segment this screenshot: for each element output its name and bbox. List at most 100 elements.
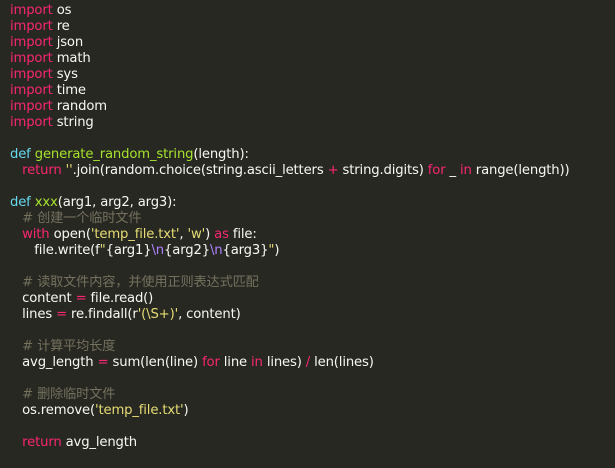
code-token: ) <box>274 243 280 258</box>
code-line[interactable]: avg_length = sum(len(line) for line in l… <box>10 355 615 371</box>
code-token: '' <box>65 163 73 178</box>
code-token: sum(len(line) <box>108 355 203 370</box>
code-token: def <box>10 147 31 162</box>
code-line[interactable]: # 创建一个临时文件 <box>10 211 615 227</box>
code-token: ) <box>205 227 215 242</box>
code-token: ) <box>183 403 189 418</box>
code-token: open( <box>49 227 91 242</box>
code-token: = <box>75 291 87 306</box>
code-line[interactable]: import math <box>10 51 615 67</box>
code-line[interactable]: import string <box>10 115 615 131</box>
code-token: avg_length <box>61 435 138 450</box>
code-token: {arg2} <box>164 243 210 258</box>
code-token: import <box>10 51 53 66</box>
code-token: string.digits) <box>338 163 428 178</box>
code-token: file.read() <box>86 291 154 306</box>
code-token: line <box>219 355 252 370</box>
code-token: import <box>10 3 53 18</box>
code-token: import <box>10 67 53 82</box>
code-token: json <box>52 35 84 50</box>
code-token: {arg1} <box>105 243 152 258</box>
code-line[interactable]: os.remove('temp_file.txt') <box>10 403 615 419</box>
code-token: , <box>179 227 188 242</box>
code-line[interactable]: lines = re.findall(r'(\S+)', content) <box>10 307 615 323</box>
code-token: avg_length <box>10 355 98 370</box>
code-token: in <box>460 163 472 178</box>
code-token: = <box>56 307 67 322</box>
code-token: generate_random_string <box>34 147 194 162</box>
code-token: lines) <box>262 355 306 370</box>
code-token: import <box>10 35 53 50</box>
code-token: # 创建一个临时文件 <box>10 211 142 226</box>
code-token: .join(random.choice(string.ascii_letters <box>72 163 328 178</box>
code-token: import <box>10 83 53 98</box>
code-token: , content) <box>178 307 241 322</box>
code-token: math <box>52 51 91 66</box>
code-line[interactable] <box>10 259 615 275</box>
code-token: len(lines) <box>310 355 374 370</box>
code-editor[interactable]: import os import re import json import math… <box>0 0 615 468</box>
code-token: lines <box>10 307 57 322</box>
code-token: file: <box>228 227 257 242</box>
code-token: return <box>22 163 62 178</box>
code-line[interactable] <box>10 179 615 195</box>
code-line[interactable] <box>10 131 615 147</box>
code-token: (arg1, arg2, arg3): <box>57 195 177 210</box>
code-token: 'temp_file.txt' <box>94 403 184 418</box>
code-line[interactable]: with open('temp_file.txt', 'w') as file: <box>10 227 615 243</box>
code-token: re <box>52 19 70 34</box>
code-line[interactable]: # 计算平均长度 <box>10 339 615 355</box>
code-token: time <box>52 83 86 98</box>
code-line[interactable]: # 读取文件内容，并使用正则表达式匹配 <box>10 275 615 291</box>
code-token: + <box>327 163 339 178</box>
code-line[interactable]: import json <box>10 35 615 51</box>
code-token: import <box>10 99 53 114</box>
code-line[interactable] <box>10 419 615 435</box>
code-line[interactable]: return ''.join(random.choice(string.asci… <box>10 163 615 179</box>
code-token: (length): <box>193 147 249 162</box>
code-line[interactable]: # 删除临时文件 <box>10 387 615 403</box>
code-line[interactable]: def generate_random_string(length): <box>10 147 615 163</box>
code-token: re.findall(r <box>67 307 138 322</box>
code-line[interactable] <box>10 371 615 387</box>
code-token: = <box>97 355 109 370</box>
code-token: 'w' <box>187 227 206 242</box>
code-token: range(length)) <box>471 163 570 178</box>
code-line[interactable] <box>10 323 615 339</box>
code-token: # 读取文件内容，并使用正则表达式匹配 <box>10 275 259 290</box>
code-line[interactable]: content = file.read() <box>10 291 615 307</box>
code-token: def <box>10 195 31 210</box>
code-token: string <box>52 115 94 130</box>
code-token: xxx <box>34 195 58 210</box>
code-token: for <box>427 163 446 178</box>
code-token: {arg3} <box>222 243 269 258</box>
code-line[interactable]: return avg_length <box>10 435 615 451</box>
code-line[interactable]: import random <box>10 99 615 115</box>
code-token: file.write(f <box>10 243 100 258</box>
code-token: # 删除临时文件 <box>10 387 116 402</box>
code-line[interactable]: import os <box>10 3 615 19</box>
code-token: in <box>251 355 263 370</box>
code-line[interactable]: import time <box>10 83 615 99</box>
code-token: # 计算平均长度 <box>10 339 116 354</box>
code-line[interactable]: file.write(f"{arg1}\n{arg2}\n{arg3}") <box>10 243 615 259</box>
code-token: \n <box>151 243 165 258</box>
code-line[interactable]: import re <box>10 19 615 35</box>
code-token: return <box>22 435 62 450</box>
code-token: 'temp_file.txt' <box>90 227 180 242</box>
code-token: os <box>52 3 72 18</box>
code-token: for <box>202 355 220 370</box>
code-token: content <box>10 291 76 306</box>
code-token: import <box>10 19 53 34</box>
code-token: '(\S+)' <box>137 307 179 322</box>
code-token: \n <box>209 243 223 258</box>
code-token: random <box>52 99 107 114</box>
code-token: with <box>22 227 50 242</box>
code-line[interactable]: import sys <box>10 67 615 83</box>
code-token: as <box>214 227 229 242</box>
code-token: sys <box>52 67 78 82</box>
code-line[interactable]: def xxx(arg1, arg2, arg3): <box>10 195 615 211</box>
